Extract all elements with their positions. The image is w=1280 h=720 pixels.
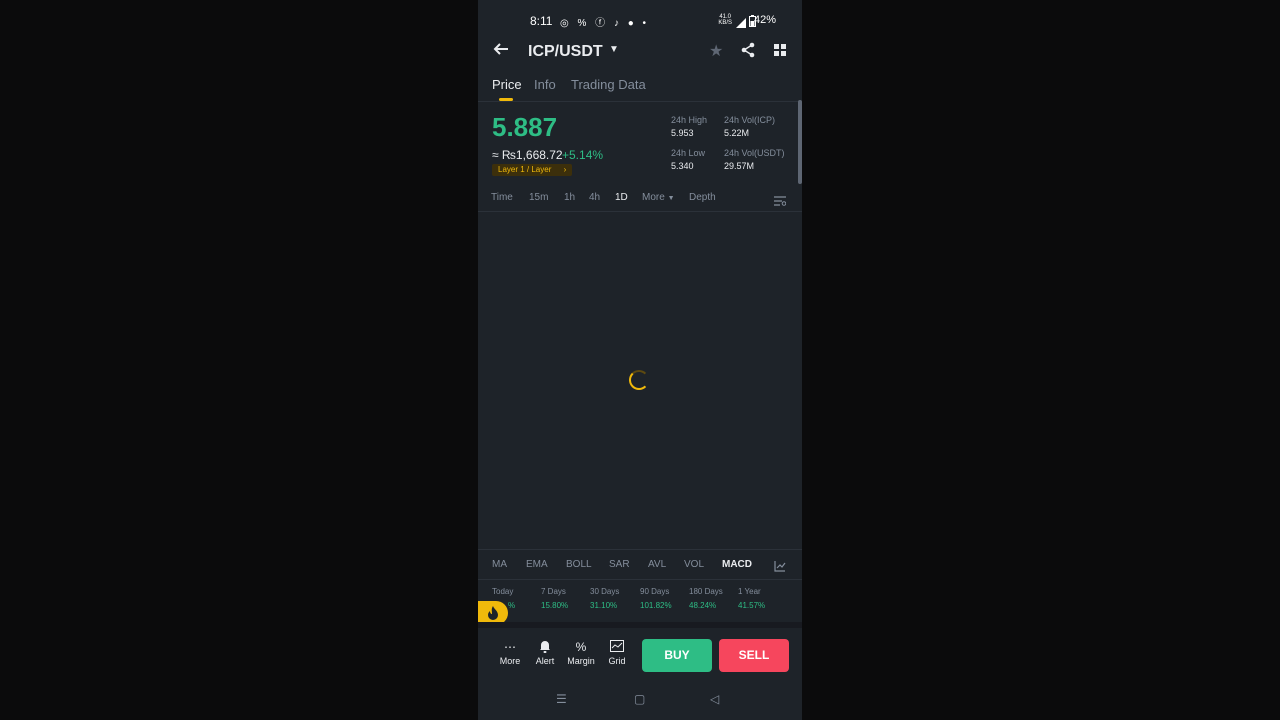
nav-margin-label: Margin — [567, 656, 595, 666]
grid-bot-icon — [602, 640, 632, 654]
interval-1h[interactable]: 1h — [564, 192, 575, 203]
interval-depth[interactable]: Depth — [689, 192, 716, 203]
divider — [478, 622, 802, 628]
loading-spinner-icon — [629, 370, 649, 390]
nav-more-label: More — [499, 656, 521, 666]
indicator-sar[interactable]: SAR — [609, 559, 630, 570]
low-label: 24h Low — [671, 148, 706, 158]
caret-down-icon: ▼ — [667, 195, 675, 202]
back-icon[interactable]: ◁ — [710, 692, 719, 706]
more-dots-icon: ⋯ — [504, 640, 516, 654]
last-price: 5.887 — [492, 112, 558, 142]
perf-180d-label: 180 Days — [689, 587, 723, 596]
nav-more[interactable]: ⋯ More — [495, 640, 525, 666]
tab-price[interactable]: Price — [492, 77, 522, 92]
percent-icon: % — [575, 640, 587, 654]
perf-30d-value: 31.10% — [590, 601, 618, 610]
pair-title[interactable]: ICP/USDT — [528, 43, 603, 61]
perf-today-value: % — [508, 601, 516, 610]
interval-more[interactable]: More ▼ — [642, 192, 675, 203]
share-icon[interactable] — [740, 42, 756, 58]
indicator-settings-icon[interactable] — [774, 559, 786, 572]
interval-4h[interactable]: 4h — [589, 192, 600, 203]
divider — [478, 549, 802, 550]
divider — [478, 579, 802, 580]
high-label: 24h High — [671, 115, 708, 125]
signal-icon — [736, 15, 746, 33]
notification-icons: ◎ % ⓕ ♪ ● • — [560, 18, 650, 29]
bell-icon — [530, 640, 560, 654]
indicator-ema[interactable]: EMA — [526, 559, 548, 570]
nav-grid-label: Grid — [608, 656, 626, 666]
low-value: 5.340 — [671, 161, 694, 171]
status-time: 8:11 — [530, 14, 553, 28]
nav-margin[interactable]: % Margin — [566, 640, 596, 666]
price-change: +5.14% — [562, 148, 604, 162]
category-tag[interactable]: Layer 1 / Layer › — [492, 164, 573, 176]
vol-usdt-value: 29.57M — [724, 161, 755, 171]
tab-info[interactable]: Info — [534, 77, 556, 92]
perf-today-label: Today — [492, 587, 514, 596]
indicator-ma[interactable]: MA — [492, 559, 507, 570]
scrollbar[interactable] — [798, 100, 802, 184]
caret-down-icon[interactable]: ▼ — [609, 44, 619, 55]
nav-alert-label: Alert — [535, 656, 555, 666]
app-screen: 8:11 ◎ % ⓕ ♪ ● • 41.0 KB/S 42% ICP/USDT … — [478, 0, 802, 720]
high-value: 5.953 — [671, 128, 694, 138]
interval-time[interactable]: Time — [491, 192, 513, 203]
vol-usdt-label: 24h Vol(USDT) — [724, 148, 785, 158]
network-speed: 41.0 KB/S — [718, 14, 732, 26]
battery-percent: 42% — [753, 14, 776, 26]
indicator-boll[interactable]: BOLL — [566, 559, 592, 570]
recent-apps-icon[interactable]: ☰ — [556, 692, 567, 706]
perf-1y-label: 1 Year — [738, 587, 761, 596]
interval-more-label: More — [642, 192, 665, 203]
sell-button[interactable]: SELL — [719, 639, 789, 672]
star-icon[interactable]: ★ — [709, 41, 723, 61]
divider — [478, 101, 802, 102]
perf-90d-label: 90 Days — [640, 587, 670, 596]
grid-icon[interactable] — [774, 44, 786, 56]
vol-icp-value: 5.22M — [724, 128, 750, 138]
perf-90d-value: 101.82% — [640, 601, 672, 610]
indicator-macd[interactable]: MACD — [722, 559, 752, 570]
interval-15m[interactable]: 15m — [529, 192, 548, 203]
vol-icp-label: 24h Vol(ICP) — [724, 115, 776, 125]
tab-trading-data[interactable]: Trading Data — [571, 77, 646, 92]
chart-settings-icon[interactable] — [774, 193, 787, 206]
buy-button[interactable]: BUY — [642, 639, 712, 672]
nav-alert[interactable]: Alert — [530, 640, 560, 666]
home-icon[interactable]: ▢ — [634, 692, 645, 706]
network-speed-unit: KB/S — [718, 20, 732, 26]
fiat-price: ≈ ₨1,668.72 — [492, 148, 563, 162]
fire-icon — [488, 606, 498, 620]
perf-7d-label: 7 Days — [541, 587, 566, 596]
perf-30d-label: 30 Days — [590, 587, 620, 596]
perf-180d-value: 48.24% — [689, 601, 717, 610]
indicator-avl[interactable]: AVL — [648, 559, 666, 570]
category-tag-label: Layer 1 / Layer — [498, 165, 552, 174]
perf-1y-value: 41.57% — [738, 601, 766, 610]
indicator-vol[interactable]: VOL — [684, 559, 704, 570]
back-arrow-icon[interactable] — [492, 40, 510, 64]
chevron-right-icon: › — [563, 165, 567, 174]
interval-1d[interactable]: 1D — [615, 192, 628, 203]
perf-7d-value: 15.80% — [541, 601, 569, 610]
nav-grid[interactable]: Grid — [602, 640, 632, 666]
